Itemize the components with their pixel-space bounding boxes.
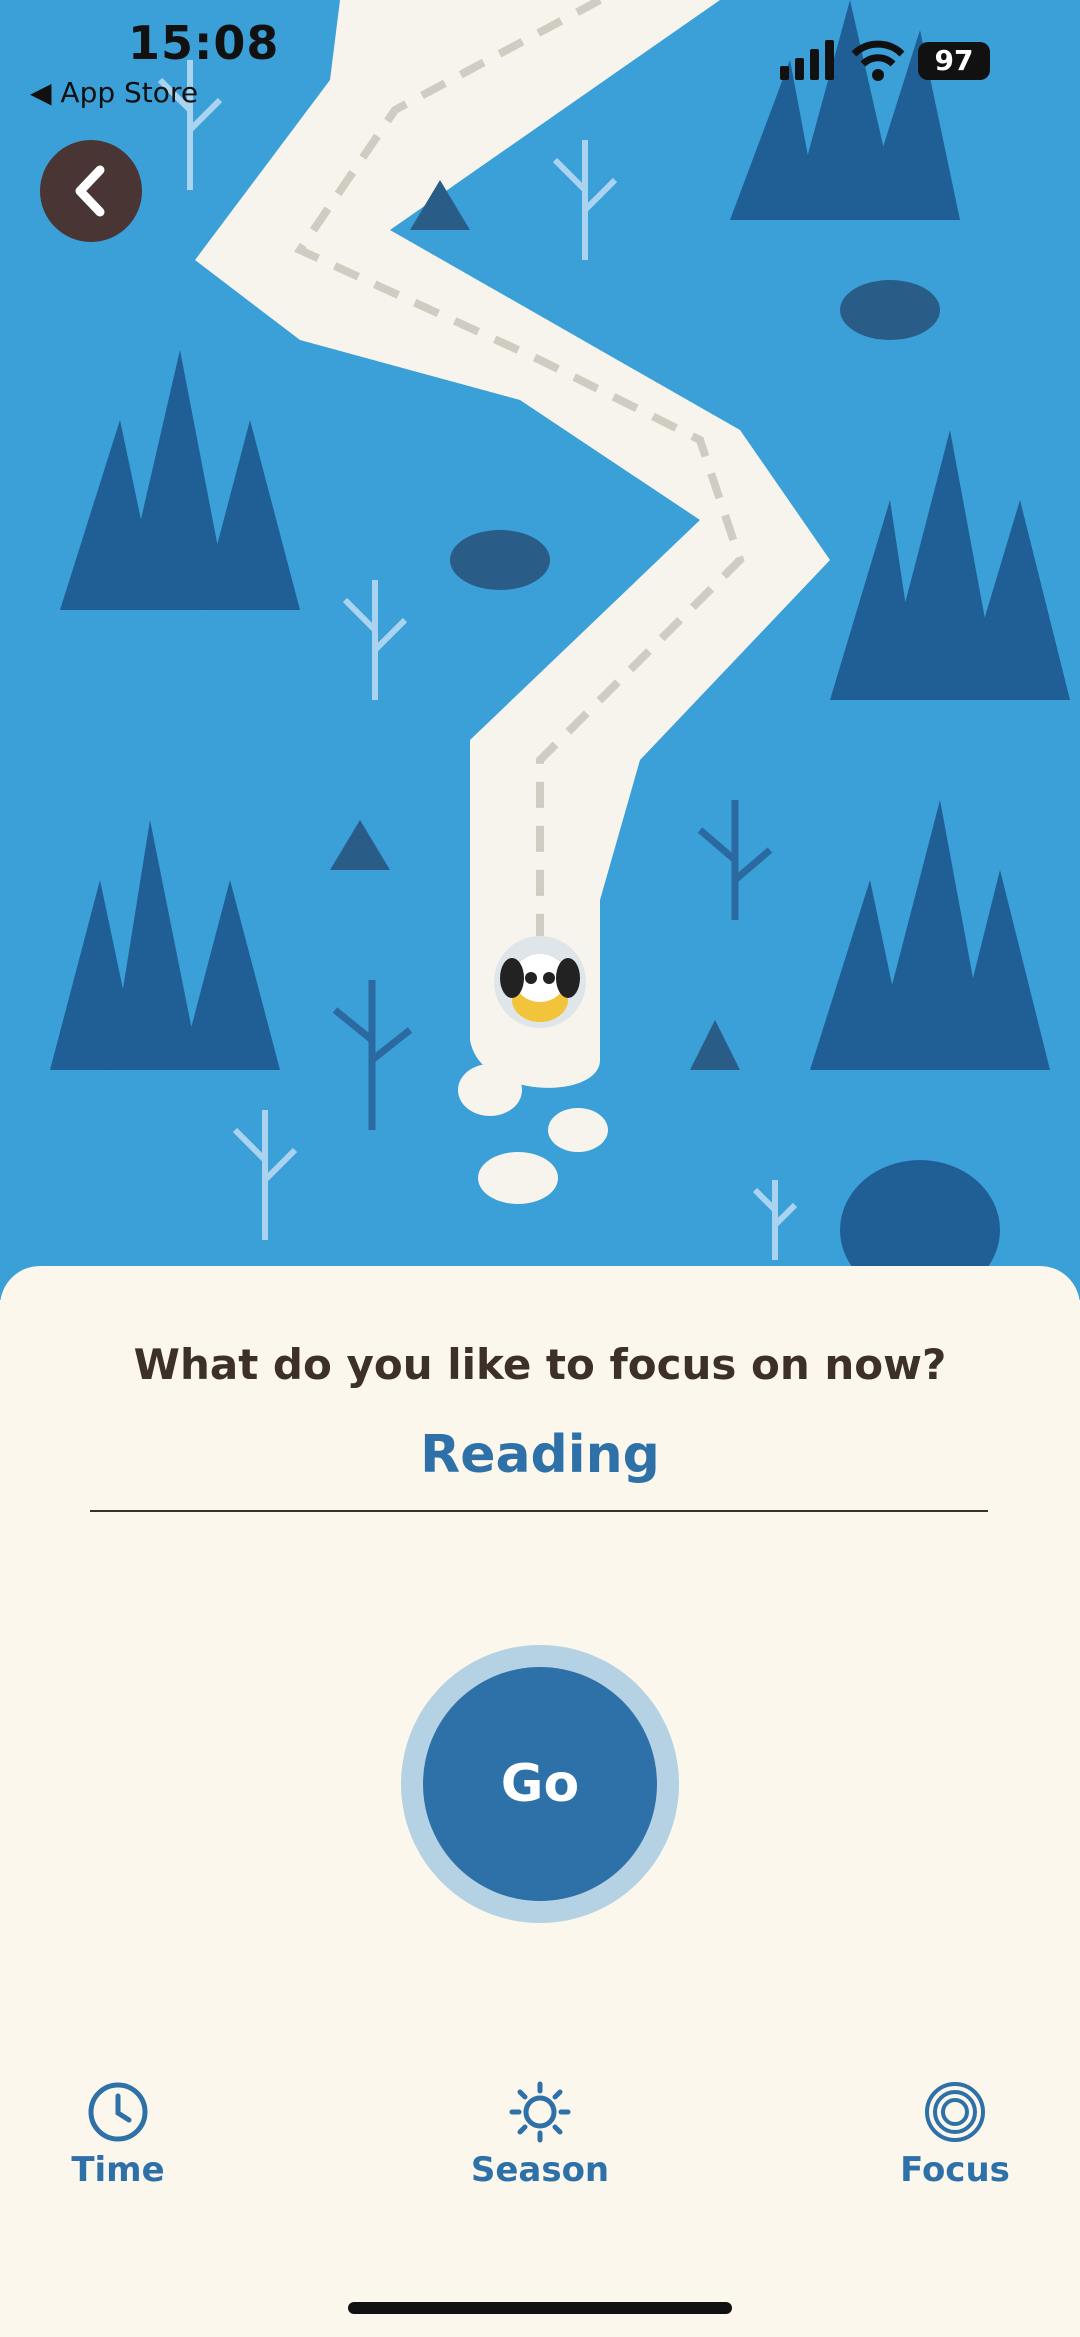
- focus-input[interactable]: Reading: [0, 1425, 1080, 1485]
- battery-indicator: 97: [918, 42, 990, 80]
- sun-icon: [509, 2081, 571, 2143]
- wifi-icon: [851, 40, 905, 81]
- forest-trail-scene: [0, 0, 1080, 1300]
- go-button-label: Go: [423, 1667, 657, 1901]
- tab-focus-label: Focus: [900, 2150, 1010, 2190]
- tab-time[interactable]: Time: [18, 2080, 218, 2190]
- clock-icon: [88, 2082, 148, 2142]
- target-icon: [925, 2082, 985, 2142]
- focus-question: What do you like to focus on now?: [133, 1340, 947, 1389]
- status-time: 15:08: [128, 16, 280, 70]
- go-button[interactable]: Go: [401, 1645, 679, 1923]
- signal-icon: [780, 40, 834, 80]
- tab-season-label: Season: [470, 2150, 610, 2190]
- back-chevron-icon: [75, 165, 105, 217]
- tab-time-label: Time: [71, 2150, 165, 2190]
- back-to-app-store-link[interactable]: ◀ App Store: [30, 76, 198, 109]
- back-button[interactable]: [40, 140, 142, 242]
- focus-input-underline: [90, 1510, 988, 1512]
- tab-season[interactable]: Season: [440, 2080, 640, 2190]
- status-bar: 15:08 ◀ App Store 97: [0, 0, 1080, 130]
- home-indicator[interactable]: [348, 2302, 732, 2314]
- tab-focus[interactable]: Focus: [855, 2080, 1055, 2190]
- dog-avatar-icon: [494, 936, 586, 1028]
